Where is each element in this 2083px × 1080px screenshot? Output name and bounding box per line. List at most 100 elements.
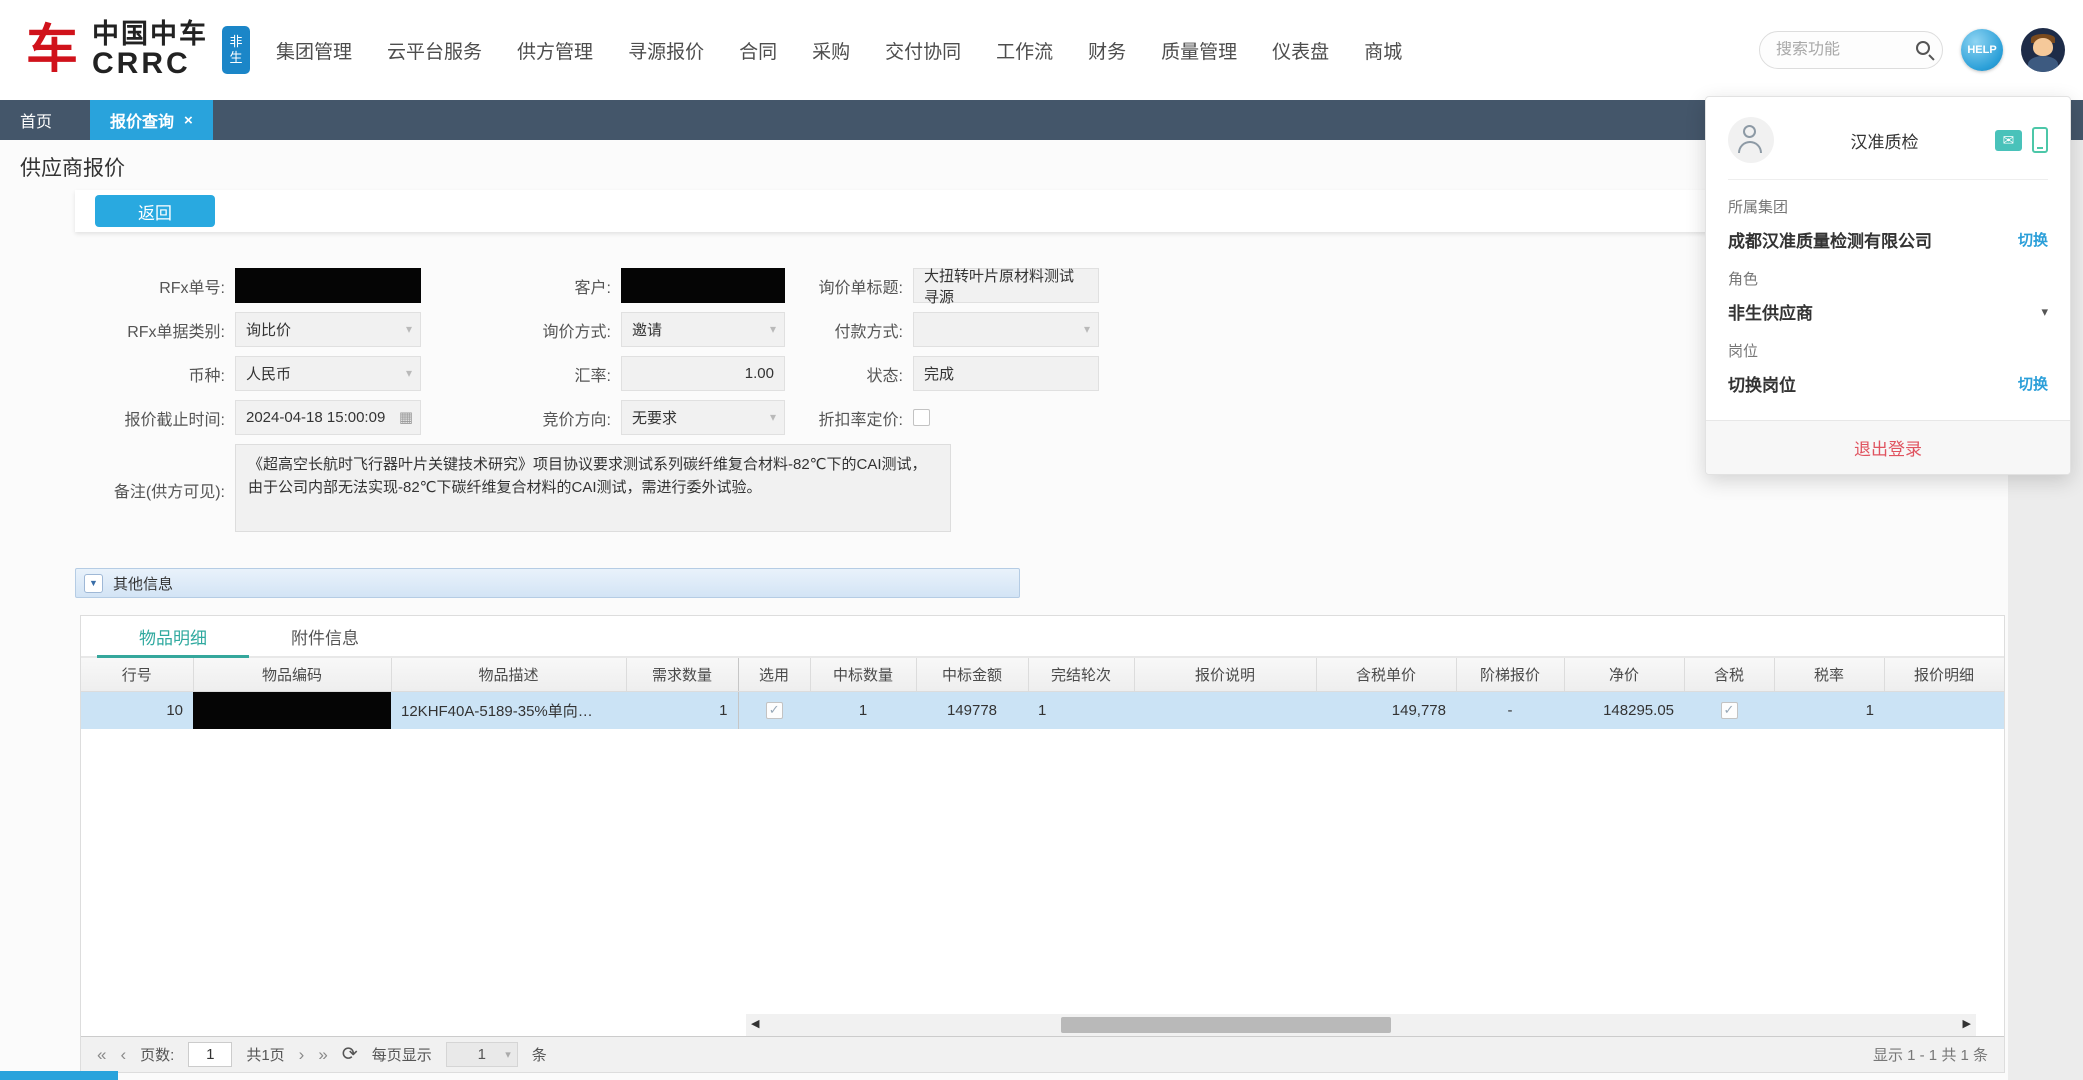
role-caret-down-icon[interactable]: ▾ (2041, 304, 2048, 320)
col-item-desc[interactable]: 物品描述 (391, 658, 626, 691)
col-quote-detail[interactable]: 报价明细 (1884, 658, 2004, 691)
col-tax-included[interactable]: 含税 (1684, 658, 1774, 691)
inquiry-method-select[interactable]: 邀请 ▾ (621, 312, 785, 347)
nav-item-cloud-platform[interactable]: 云平台服务 (387, 37, 482, 64)
user-panel-body: 汉准质检 ✉ 所属集团 成都汉准质量检测有限公司 切换 角色 非生供应商 ▾ 岗… (1706, 97, 2070, 420)
scrollbar-thumb[interactable] (1061, 1017, 1391, 1033)
status-field[interactable]: 完成 (913, 356, 1099, 391)
switch-post-link[interactable]: 切换 (2018, 373, 2048, 394)
status-label: 状态: (785, 362, 913, 386)
top-header: 车 中国中车 CRRC 非 生 集团管理 云平台服务 供方管理 寻源报价 合同 … (0, 0, 2083, 100)
last-page-icon[interactable]: » (318, 1046, 327, 1063)
chevron-down-icon: ▾ (1084, 322, 1090, 336)
rfx-type-label: RFx单据类别: (85, 318, 235, 342)
page-title: 供应商报价 (20, 152, 125, 182)
tax-included-checkbox[interactable]: ✓ (1721, 702, 1738, 719)
discount-checkbox[interactable]: ✓ (913, 409, 930, 426)
inquiry-method-value: 邀请 (632, 319, 662, 340)
cell-tax-unit-price: 149,778 (1316, 691, 1456, 729)
search-icon[interactable] (1916, 41, 1930, 55)
help-button[interactable]: HELP (1961, 29, 2003, 71)
cell-selected: ✓ (738, 691, 810, 729)
nav-item-procurement[interactable]: 采购 (812, 37, 850, 64)
col-line-no[interactable]: 行号 (81, 658, 193, 691)
col-item-code[interactable]: 物品编码 (193, 658, 391, 691)
next-page-icon[interactable]: › (299, 1046, 305, 1063)
close-icon[interactable]: × (184, 112, 193, 129)
pagination-summary: 显示 1 - 1 共 1 条 (1873, 1044, 1988, 1065)
total-pages: 共1页 (246, 1044, 284, 1065)
tab-home[interactable]: 首页 (0, 100, 72, 140)
col-award-qty[interactable]: 中标数量 (810, 658, 916, 691)
tab-attachment-info[interactable]: 附件信息 (249, 616, 401, 656)
quote-form: RFx单号: 客户: 询价单标题: 大扭转叶片原材料测试寻源 RFx单据类别: … (85, 268, 1099, 541)
col-net-price[interactable]: 净价 (1564, 658, 1684, 691)
nav-item-dashboard[interactable]: 仪表盘 (1272, 37, 1329, 64)
rfx-no-field-redacted[interactable] (235, 268, 421, 303)
mail-icon[interactable]: ✉ (1995, 130, 2022, 151)
nav-item-supplier-mgmt[interactable]: 供方管理 (517, 37, 593, 64)
refresh-icon[interactable]: ⟳ (342, 1045, 358, 1064)
page-number-input[interactable] (188, 1042, 232, 1067)
cell-item-desc: 12KHF40A-5189-35%单向… (391, 691, 626, 729)
col-quote-note[interactable]: 报价说明 (1134, 658, 1316, 691)
nav-item-sourcing-quote[interactable]: 寻源报价 (628, 37, 704, 64)
col-award-amount[interactable]: 中标金额 (916, 658, 1028, 691)
scroll-left-icon[interactable]: ◀ (751, 1017, 759, 1030)
payment-select[interactable]: ▾ (913, 312, 1099, 347)
nav-item-finance[interactable]: 财务 (1088, 37, 1126, 64)
scroll-right-icon[interactable]: ▶ (1963, 1017, 1971, 1030)
nav-item-workflow[interactable]: 工作流 (996, 37, 1053, 64)
phone-icon[interactable] (2032, 127, 2048, 153)
horizontal-scrollbar[interactable]: ◀ ▶ (746, 1014, 1976, 1036)
rate-field[interactable]: 1.00 (621, 356, 785, 391)
rfx-type-select[interactable]: 询比价 ▾ (235, 312, 421, 347)
avatar[interactable] (2021, 28, 2065, 72)
row-selected-checkbox[interactable]: ✓ (766, 702, 783, 719)
prev-page-icon[interactable]: ‹ (120, 1046, 126, 1063)
cell-tax-included: ✓ (1684, 691, 1774, 729)
back-button[interactable]: 返回 (95, 195, 215, 227)
currency-select[interactable]: 人民币 ▾ (235, 356, 421, 391)
cell-quote-note (1134, 691, 1316, 729)
per-page-value: 1 (478, 1046, 486, 1063)
collapse-icon[interactable]: ▼ (84, 574, 103, 593)
nav-item-delivery[interactable]: 交付协同 (885, 37, 961, 64)
role-row: 非生供应商 ▾ (1728, 299, 2048, 324)
direction-select[interactable]: 无要求 ▾ (621, 400, 785, 435)
nav-item-quality[interactable]: 质量管理 (1161, 37, 1237, 64)
col-final-round[interactable]: 完结轮次 (1028, 658, 1134, 691)
tab-quote-query[interactable]: 报价查询 × (90, 100, 213, 140)
per-page-select[interactable]: 1 ▾ (446, 1042, 518, 1067)
table-row[interactable]: 10 12KHF40A-5189-35%单向… 1 ✓ 1 149778 1 1… (81, 691, 2004, 729)
deadline-field[interactable]: 2024-04-18 15:00:09 ▦ (235, 400, 421, 435)
nav-item-mall[interactable]: 商城 (1364, 37, 1402, 64)
remark-textarea[interactable]: 《超高空长航时飞行器叶片关键技术研究》项目协议要求测试系列碳纤维复合材料-82℃… (235, 444, 951, 532)
app: 车 中国中车 CRRC 非 生 集团管理 云平台服务 供方管理 寻源报价 合同 … (0, 0, 2083, 1080)
nav-item-contract[interactable]: 合同 (739, 37, 777, 64)
nav-item-group-mgmt[interactable]: 集团管理 (276, 37, 352, 64)
col-selected[interactable]: 选用 (738, 658, 810, 691)
logout-button[interactable]: 退出登录 (1854, 435, 1922, 460)
switch-group-link[interactable]: 切换 (2018, 229, 2048, 250)
col-tax-unit-price[interactable]: 含税单价 (1316, 658, 1456, 691)
deadline-label: 报价截止时间: (85, 406, 235, 430)
inquiry-title-field[interactable]: 大扭转叶片原材料测试寻源 (913, 268, 1099, 303)
deadline-value: 2024-04-18 15:00:09 (246, 409, 385, 426)
currency-value: 人民币 (246, 363, 291, 384)
role-value: 非生供应商 (1728, 299, 1813, 324)
first-page-icon[interactable]: « (97, 1046, 106, 1063)
customer-field-redacted[interactable] (621, 268, 785, 303)
other-info-bar[interactable]: ▼ 其他信息 (75, 568, 1020, 598)
col-demand-qty[interactable]: 需求数量 (626, 658, 738, 691)
tab-item-detail[interactable]: 物品明细 (97, 616, 249, 656)
detail-tabs: 物品明细 附件信息 (81, 616, 2004, 658)
header-right: HELP (1759, 28, 2065, 72)
search-input[interactable] (1776, 41, 1904, 59)
col-tax-rate[interactable]: 税率 (1774, 658, 1884, 691)
form-row-2: RFx单据类别: 询比价 ▾ 询价方式: 邀请 ▾ 付款方式: ▾ (85, 312, 1099, 347)
calendar-icon[interactable]: ▦ (399, 410, 413, 425)
discount-label: 折扣率定价: (785, 406, 913, 430)
person-body (1738, 141, 1762, 153)
col-tier-quote[interactable]: 阶梯报价 (1456, 658, 1564, 691)
